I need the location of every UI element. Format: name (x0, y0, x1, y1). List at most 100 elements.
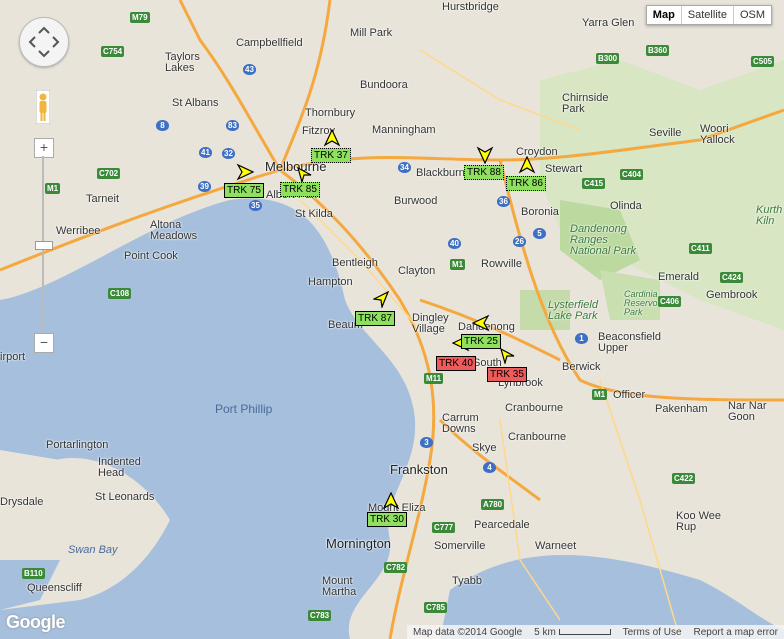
label-officer: Officer (613, 389, 646, 401)
map-type-satellite-button[interactable]: Satellite (680, 6, 733, 24)
road-shield-a780: A780 (481, 499, 505, 510)
zoom-control: + − (34, 138, 54, 353)
label-mornington: Mornington (326, 536, 392, 551)
label-dandenong-ranges: Dandenong Ranges National Park (570, 223, 637, 257)
label-swan-bay: Swan Bay (68, 544, 118, 556)
google-logo[interactable]: Google (6, 612, 66, 633)
road-shield-c406: C406 (658, 296, 682, 307)
pan-arrows-icon (28, 26, 60, 58)
route-shield-41: 41 (199, 147, 212, 158)
scale-label: 5 km (534, 626, 556, 638)
label-indented-head: Indented Head (98, 456, 141, 479)
label-tyabb: Tyabb (452, 575, 482, 587)
truck-marker-35[interactable]: TRK 35 (487, 367, 527, 382)
route-shield-32: 32 (222, 148, 235, 159)
label-campbellfield: Campbellfield (236, 37, 303, 49)
zoom-slider-thumb[interactable] (35, 241, 53, 250)
truck-heading-arrow-25a (472, 314, 490, 332)
road-shield-c505: C505 (751, 56, 775, 67)
route-shield-43: 43 (243, 64, 256, 75)
route-shield-1: 1 (575, 333, 588, 344)
report-error-link[interactable]: Report a map error (688, 627, 784, 638)
label-altona-meadows: Altona Meadows (150, 219, 198, 242)
label-beaconsfield: Beaconsfield Upper (598, 331, 661, 354)
road-shield-m1: M1 (450, 259, 466, 270)
label-thornbury: Thornbury (305, 107, 356, 119)
label-boronia: Boronia (521, 206, 559, 218)
label-point-cook: Point Cook (124, 250, 178, 262)
map-type-control: Map Satellite OSM (645, 5, 772, 25)
truck-marker-37[interactable]: TRK 37 (311, 148, 351, 163)
label-pearcedale: Pearcedale (474, 519, 530, 531)
route-shield-5: 5 (533, 228, 546, 239)
label-mill-park: Mill Park (350, 27, 393, 39)
pegman-icon[interactable] (36, 90, 50, 124)
label-manningham: Manningham (372, 124, 436, 136)
road-shield-c754: C754 (101, 46, 125, 57)
label-pakenham: Pakenham (655, 403, 708, 415)
label-burwood: Burwood (394, 195, 438, 207)
label-chirnside-park: Chirnside Park (562, 92, 609, 115)
label-olinda: Olinda (610, 200, 642, 212)
label-woori-yallock: Woori Yallock (700, 123, 735, 146)
map-type-osm-button[interactable]: OSM (732, 6, 771, 24)
road-shield-c422: C422 (672, 473, 696, 484)
label-nar-nar-goon: Nar Nar Goon (728, 400, 767, 423)
label-berwick: Berwick (562, 361, 601, 373)
map-canvas[interactable]: Hurstbridge Yarra Glen Campbellfield Mil… (0, 0, 784, 639)
truck-heading-arrow-30 (382, 492, 400, 510)
road-shield-m79: M79 (130, 12, 150, 23)
scale-bar: 5 km (528, 627, 616, 638)
zoom-out-button[interactable]: − (34, 333, 54, 353)
label-cranbourne: Cranbourne (508, 431, 567, 443)
road-shield-m1-east: M1 (592, 389, 608, 400)
route-shield-35: 35 (249, 200, 262, 211)
label-bentleigh: Bentleigh (332, 257, 378, 269)
label-frankston: Frankston (390, 462, 448, 477)
road-shield-c424: C424 (720, 272, 744, 283)
route-shield-40: 40 (448, 238, 461, 249)
truck-marker-87[interactable]: TRK 87 (355, 311, 395, 326)
route-shield-8: 8 (156, 120, 169, 131)
road-shield-b110: B110 (22, 568, 45, 579)
terms-link[interactable]: Terms of Use (617, 627, 688, 638)
road-shield-m11: M11 (424, 373, 444, 384)
truck-marker-30[interactable]: TRK 30 (367, 512, 407, 527)
label-st-albans: St Albans (172, 97, 219, 109)
label-st-kilda: St Kilda (295, 208, 333, 220)
pan-control[interactable] (19, 17, 69, 67)
truck-marker-88[interactable]: TRK 88 (464, 165, 504, 180)
label-carrum-downs: Carrum Downs (442, 412, 479, 435)
truck-marker-40[interactable]: TRK 40 (436, 356, 476, 371)
label-bundoora: Bundoora (360, 79, 408, 91)
truck-marker-75[interactable]: TRK 75 (224, 183, 264, 198)
label-cranbourne-north: Cranbourne (505, 402, 564, 414)
label-hampton: Hampton (308, 276, 353, 288)
label-gembrook: Gembrook (706, 289, 758, 301)
road-shield-b300: B300 (596, 53, 620, 64)
route-shield-39: 39 (198, 181, 211, 192)
label-mount-martha: Mount Martha (322, 575, 357, 598)
label-koo-wee-rup: Koo Wee Rup (676, 510, 722, 533)
map-footer: Map data ©2014 Google 5 km Terms of Use … (407, 625, 784, 639)
label-st-leonards: St Leonards (95, 491, 155, 503)
label-rowville: Rowville (481, 258, 522, 270)
map-type-map-button[interactable]: Map (647, 6, 681, 24)
truck-heading-arrow-37 (323, 129, 341, 147)
truck-heading-arrow-75 (236, 163, 254, 181)
zoom-in-button[interactable]: + (34, 138, 54, 158)
label-lysterfield: Lysterfield Lake Park (548, 299, 598, 322)
label-dingley: Dingley Village (412, 312, 449, 335)
truck-heading-arrow-86 (518, 156, 536, 174)
truck-marker-85[interactable]: TRK 85 (280, 182, 320, 197)
road-shield-c404: C404 (620, 169, 644, 180)
truck-marker-25[interactable]: TRK 25 (461, 334, 501, 349)
road-shield-c411: C411 (689, 243, 712, 254)
truck-heading-arrow-87 (373, 290, 390, 308)
label-skye: Skye (472, 442, 497, 454)
road-shield-c702: C702 (97, 168, 121, 179)
road-shield-b360: B360 (646, 45, 670, 56)
truck-marker-86[interactable]: TRK 86 (506, 176, 546, 191)
label-emerald: Emerald (658, 271, 699, 283)
truck-heading-arrow-88 (476, 146, 494, 164)
